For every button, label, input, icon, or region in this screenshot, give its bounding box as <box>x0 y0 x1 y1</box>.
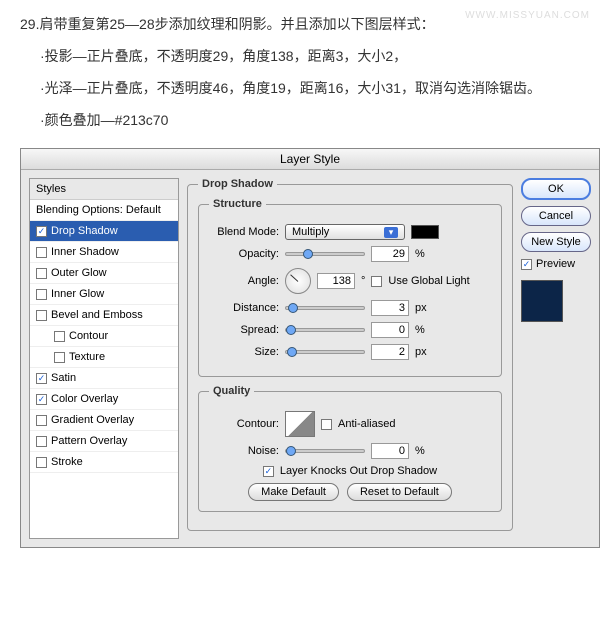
use-global-light-label: Use Global Light <box>388 275 469 287</box>
size-slider[interactable] <box>285 350 365 354</box>
effect-drop-shadow[interactable]: ✓ Drop Shadow <box>30 221 178 242</box>
checkbox-drop-shadow[interactable]: ✓ <box>36 226 47 237</box>
unit-deg: ° <box>361 275 365 287</box>
intro-line-3: ·光泽—正片叠底，不透明度46，角度19，距离16，大小31，取消勾选消除锯齿。 <box>20 74 580 102</box>
preview-checkbox[interactable]: ✓ <box>521 259 532 270</box>
checkbox-pattern-overlay[interactable] <box>36 436 47 447</box>
checkbox-outer-glow[interactable] <box>36 268 47 279</box>
effect-label: Drop Shadow <box>51 225 118 237</box>
noise-label: Noise: <box>209 445 279 457</box>
distance-slider[interactable] <box>285 306 365 310</box>
checkbox-satin[interactable]: ✓ <box>36 373 47 384</box>
effect-label: Stroke <box>51 456 83 468</box>
reset-default-button[interactable]: Reset to Default <box>347 483 452 501</box>
contour-picker[interactable] <box>285 411 315 437</box>
preview-swatch <box>521 280 563 322</box>
make-default-button[interactable]: Make Default <box>248 483 339 501</box>
noise-value[interactable]: 0 <box>371 443 409 459</box>
effect-label: Texture <box>69 351 105 363</box>
quality-group: Quality Contour: Anti-aliased Noise: 0 % <box>198 385 502 512</box>
effect-gradient-overlay[interactable]: Gradient Overlay <box>30 410 178 431</box>
use-global-light-checkbox[interactable] <box>371 276 382 287</box>
contour-label: Contour: <box>209 418 279 430</box>
effect-label: Inner Shadow <box>51 246 119 258</box>
chevron-down-icon: ▾ <box>384 227 398 238</box>
anti-aliased-label: Anti-aliased <box>338 418 395 430</box>
opacity-label: Opacity: <box>209 248 279 260</box>
styles-header[interactable]: Styles <box>30 179 178 200</box>
preview-label: Preview <box>536 258 575 270</box>
effect-inner-glow[interactable]: Inner Glow <box>30 284 178 305</box>
effect-satin[interactable]: ✓ Satin <box>30 368 178 389</box>
effect-label: Color Overlay <box>51 393 118 405</box>
unit-px: px <box>415 346 427 358</box>
effect-color-overlay[interactable]: ✓ Color Overlay <box>30 389 178 410</box>
blend-mode-label: Blend Mode: <box>209 226 279 238</box>
structure-legend: Structure <box>209 198 266 210</box>
unit-pct: % <box>415 248 425 260</box>
checkbox-stroke[interactable] <box>36 457 47 468</box>
effect-label: Satin <box>51 372 76 384</box>
effect-bevel-emboss[interactable]: Bevel and Emboss <box>30 305 178 326</box>
effect-label: Inner Glow <box>51 288 104 300</box>
opacity-value[interactable]: 29 <box>371 246 409 262</box>
effect-inner-shadow[interactable]: Inner Shadow <box>30 242 178 263</box>
instruction-text: 29.肩带重复第25—28步添加纹理和阴影。并且添加以下图层样式： ·投影—正片… <box>0 0 600 148</box>
checkbox-color-overlay[interactable]: ✓ <box>36 394 47 405</box>
blend-mode-select[interactable]: Multiply ▾ <box>285 224 405 240</box>
effect-label: Pattern Overlay <box>51 435 127 447</box>
blend-mode-value: Multiply <box>292 226 329 238</box>
checkbox-inner-glow[interactable] <box>36 289 47 300</box>
cancel-button[interactable]: Cancel <box>521 206 591 226</box>
drop-shadow-legend: Drop Shadow <box>198 178 277 190</box>
effect-contour[interactable]: Contour <box>30 326 178 347</box>
knocks-out-label: Layer Knocks Out Drop Shadow <box>280 465 437 477</box>
spread-value[interactable]: 0 <box>371 322 409 338</box>
effect-label: Outer Glow <box>51 267 107 279</box>
effect-label: Bevel and Emboss <box>51 309 143 321</box>
checkbox-bevel-emboss[interactable] <box>36 310 47 321</box>
checkbox-texture[interactable] <box>54 352 65 363</box>
checkbox-inner-shadow[interactable] <box>36 247 47 258</box>
effect-pattern-overlay[interactable]: Pattern Overlay <box>30 431 178 452</box>
watermark: WWW.MISSYUAN.COM <box>465 10 590 21</box>
shadow-color-swatch[interactable] <box>411 225 439 239</box>
unit-px: px <box>415 302 427 314</box>
blending-options-row[interactable]: Blending Options: Default <box>30 200 178 221</box>
effect-outer-glow[interactable]: Outer Glow <box>30 263 178 284</box>
angle-value[interactable]: 138 <box>317 273 355 289</box>
effect-stroke[interactable]: Stroke <box>30 452 178 473</box>
knocks-out-checkbox[interactable]: ✓ <box>263 466 274 477</box>
effect-label: Contour <box>69 330 108 342</box>
unit-pct: % <box>415 324 425 336</box>
angle-dial[interactable] <box>285 268 311 294</box>
dialog-title: Layer Style <box>21 149 599 170</box>
ok-button[interactable]: OK <box>521 178 591 200</box>
anti-aliased-checkbox[interactable] <box>321 419 332 430</box>
intro-line-2: ·投影—正片叠底，不透明度29，角度138，距离3，大小2， <box>20 42 580 70</box>
angle-label: Angle: <box>209 275 279 287</box>
spread-slider[interactable] <box>285 328 365 332</box>
effect-label: Gradient Overlay <box>51 414 134 426</box>
drop-shadow-group: Drop Shadow Structure Blend Mode: Multip… <box>187 178 513 531</box>
intro-line-4: ·颜色叠加—#213c70 <box>20 106 580 134</box>
dialog-action-column: OK Cancel New Style ✓ Preview <box>521 178 591 539</box>
checkbox-contour[interactable] <box>54 331 65 342</box>
opacity-slider[interactable] <box>285 252 365 256</box>
styles-list: Styles Blending Options: Default ✓ Drop … <box>29 178 179 539</box>
layer-style-dialog: Layer Style Styles Blending Options: Def… <box>20 148 600 548</box>
distance-label: Distance: <box>209 302 279 314</box>
quality-legend: Quality <box>209 385 254 397</box>
noise-slider[interactable] <box>285 449 365 453</box>
unit-pct: % <box>415 445 425 457</box>
settings-panel: Drop Shadow Structure Blend Mode: Multip… <box>187 178 513 539</box>
checkbox-gradient-overlay[interactable] <box>36 415 47 426</box>
spread-label: Spread: <box>209 324 279 336</box>
size-value[interactable]: 2 <box>371 344 409 360</box>
new-style-button[interactable]: New Style <box>521 232 591 252</box>
structure-group: Structure Blend Mode: Multiply ▾ Opacity… <box>198 198 502 377</box>
effect-texture[interactable]: Texture <box>30 347 178 368</box>
size-label: Size: <box>209 346 279 358</box>
distance-value[interactable]: 3 <box>371 300 409 316</box>
